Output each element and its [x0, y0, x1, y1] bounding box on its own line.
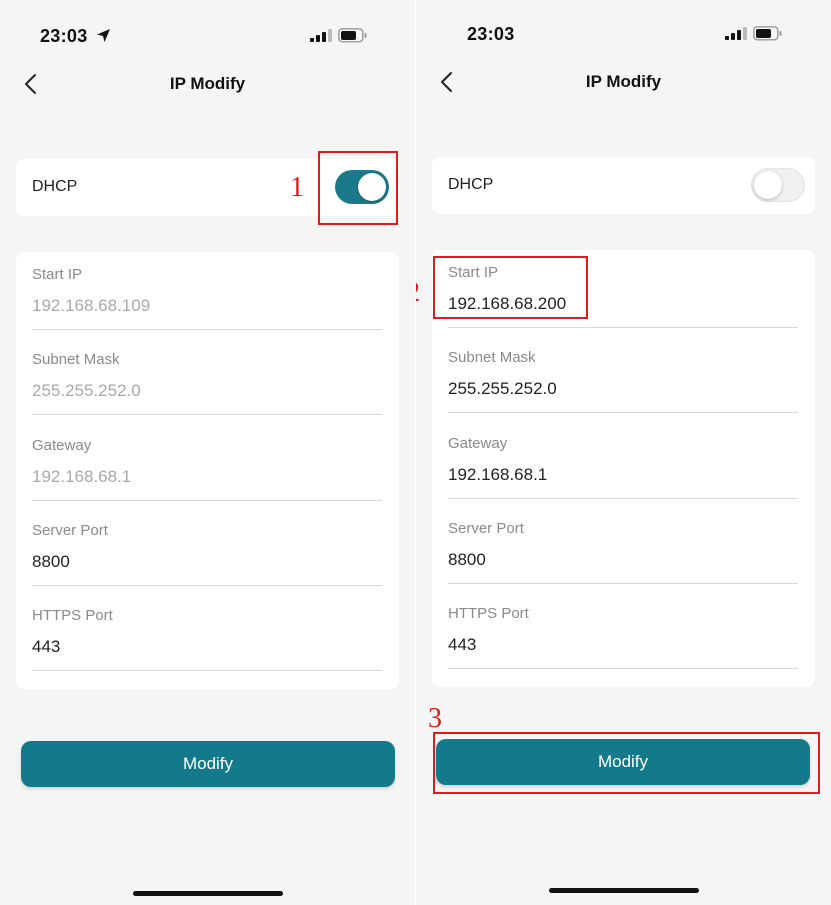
annotation-number-1: 1	[290, 172, 304, 203]
home-indicator	[549, 888, 699, 893]
dhcp-label: DHCP	[448, 176, 494, 193]
status-time: 23:03	[467, 24, 515, 44]
dhcp-card: DHCP	[432, 157, 815, 214]
field-underline	[32, 329, 382, 330]
modify-button[interactable]: Modify	[21, 741, 395, 787]
field-underline	[32, 500, 382, 501]
field-label: Subnet Mask	[448, 349, 536, 366]
field-underline	[448, 327, 798, 328]
gateway-input[interactable]	[32, 467, 372, 487]
signal-icon	[725, 27, 747, 40]
server-port-field: Server Port	[32, 522, 382, 592]
screen-right: 23:03 IP Modify DHCP Start IP Subnet Ma	[416, 0, 831, 905]
annotation-box-3	[433, 732, 820, 794]
field-underline	[448, 583, 798, 584]
gateway-field: Gateway	[448, 435, 798, 505]
dhcp-label: DHCP	[32, 178, 78, 195]
server-port-field: Server Port	[448, 520, 798, 590]
page-title: IP Modify	[585, 72, 662, 91]
annotation-number-3: 3	[428, 703, 442, 734]
nav-bar: IP Modify	[416, 62, 831, 102]
field-label: Server Port	[448, 520, 524, 537]
start-ip-input[interactable]	[32, 296, 372, 316]
start-ip-field: Start IP	[32, 266, 382, 336]
field-label: HTTPS Port	[32, 607, 113, 624]
subnet-mask-input[interactable]	[32, 381, 372, 401]
annotation-box-1	[318, 151, 398, 225]
field-label: Start IP	[32, 266, 83, 283]
annotation-box-2	[433, 256, 588, 319]
field-underline	[448, 668, 798, 669]
field-underline	[448, 498, 798, 499]
field-label: Server Port	[32, 522, 108, 539]
field-underline	[32, 585, 382, 586]
ip-settings-card: Start IP Subnet Mask Gateway Server Port…	[16, 252, 399, 689]
status-bar: 23:03	[0, 0, 415, 70]
gateway-input[interactable]	[448, 465, 788, 485]
server-port-input[interactable]	[32, 552, 372, 572]
nav-bar: IP Modify	[0, 64, 415, 104]
battery-icon	[338, 28, 367, 43]
toggle-knob	[754, 171, 782, 199]
field-label: Gateway	[32, 437, 92, 454]
field-underline	[32, 414, 382, 415]
https-port-field: HTTPS Port	[448, 605, 798, 675]
field-label: HTTPS Port	[448, 605, 529, 622]
https-port-field: HTTPS Port	[32, 607, 382, 677]
field-label: Subnet Mask	[32, 351, 120, 368]
screen-left: 23:03 IP Modify DHCP Start IP 192.168.68…	[0, 0, 415, 905]
https-port-input[interactable]	[32, 637, 372, 657]
field-underline	[448, 412, 798, 413]
gateway-field: Gateway	[32, 437, 382, 507]
page-title: IP Modify	[169, 74, 246, 93]
location-arrow-icon	[97, 29, 110, 42]
subnet-mask-field: Subnet Mask	[448, 349, 798, 419]
dhcp-toggle[interactable]	[751, 168, 805, 202]
subnet-mask-input[interactable]	[448, 379, 788, 399]
server-port-input[interactable]	[448, 550, 788, 570]
signal-icon	[310, 29, 332, 42]
annotation-number-2: 2	[416, 277, 420, 309]
home-indicator	[133, 891, 283, 896]
field-underline	[32, 670, 382, 671]
battery-icon	[753, 26, 782, 41]
https-port-input[interactable]	[448, 635, 788, 655]
field-label: Gateway	[448, 435, 508, 452]
status-bar: 23:03	[416, 0, 831, 70]
subnet-mask-field: Subnet Mask	[32, 351, 382, 421]
status-time: 23:03	[40, 26, 88, 46]
